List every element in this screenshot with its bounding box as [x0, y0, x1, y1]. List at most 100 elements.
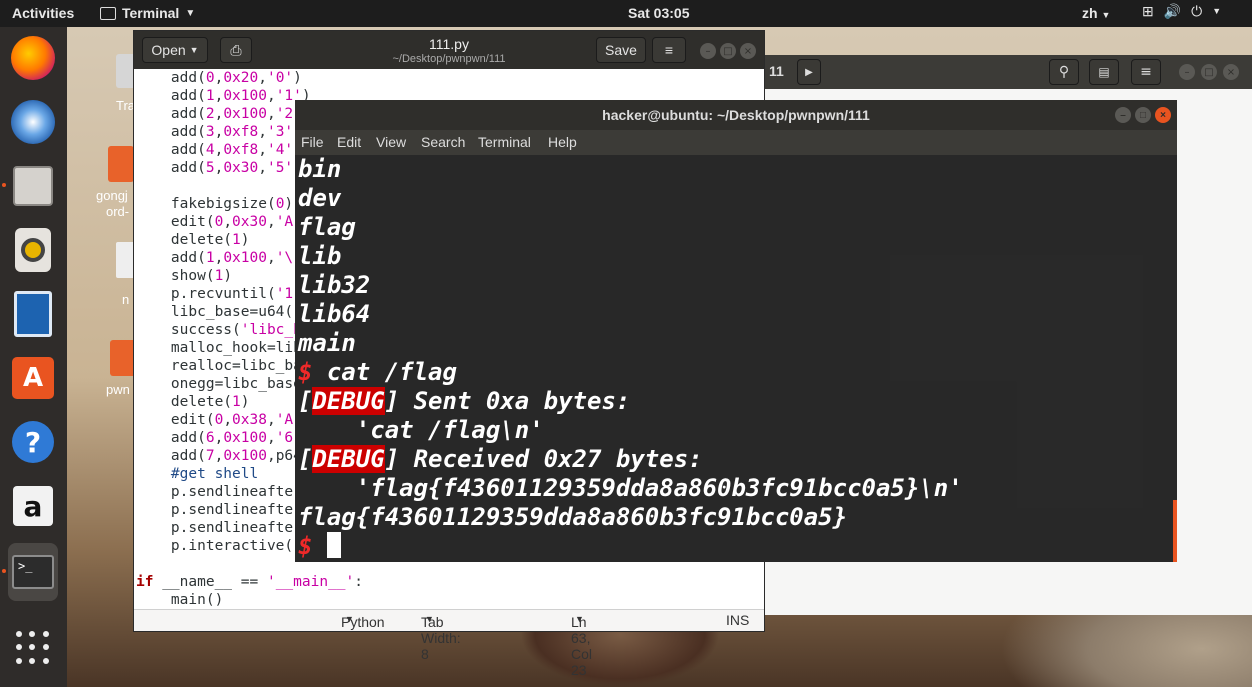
prompt-symbol: $ [298, 532, 313, 560]
output-line: lib [298, 242, 342, 270]
dock-software[interactable]: A [8, 353, 58, 403]
dock-amazon[interactable]: a [8, 481, 58, 531]
volume-icon: 🔊 [1163, 3, 1182, 19]
output-line: lib64 [298, 300, 371, 328]
output-line: bin [298, 155, 342, 183]
desktop-icon-label: n [122, 292, 130, 307]
dock-thunderbird[interactable] [8, 97, 58, 147]
top-bar: Activities Terminal ▼ Sat 03:05 zh ▼ ⊞ 🔊… [0, 0, 1252, 27]
dock-help[interactable]: ? [8, 417, 58, 467]
chevron-down-icon: ▼ [345, 614, 354, 624]
save-button[interactable]: Save [596, 37, 646, 63]
running-indicator [2, 183, 6, 187]
terminal-window[interactable]: hacker@ubuntu: ~/Desktop/pwnpwn/111 – □ … [295, 100, 1177, 562]
view-toggle-icon[interactable]: ▤ [1089, 59, 1119, 85]
editor-header-bar: Open ▼ ⎙ 111.py ~/Desktop/pwnpwn/111 Sav… [134, 31, 764, 69]
chevron-down-icon: ▼ [425, 614, 434, 624]
debug-sent-data: 'cat /flag\n' [298, 416, 544, 444]
maximize-icon[interactable]: □ [720, 43, 736, 59]
menu-search[interactable]: Search [421, 134, 465, 150]
editor-status-bar: Python ▼ Tab Width: 8 ▼ Ln 63, Col 23 ▼ … [134, 609, 764, 678]
dock-show-apps[interactable] [8, 623, 58, 673]
thunderbird-icon [11, 100, 55, 144]
maximize-icon[interactable]: □ [1135, 107, 1151, 123]
dock-files[interactable] [2, 161, 58, 211]
app-menu-label: Terminal [122, 5, 180, 21]
dock-rhythmbox[interactable] [8, 225, 58, 275]
debug-tag: DEBUG [312, 445, 385, 473]
minimize-icon[interactable]: – [700, 43, 716, 59]
terminal-icon [100, 6, 116, 20]
command-line: $ cat /flag [298, 358, 457, 387]
menu-icon[interactable]: ≡ [1131, 59, 1161, 85]
menu-button[interactable]: ≡ [652, 37, 686, 63]
close-icon[interactable]: × [1223, 64, 1239, 80]
show-apps-icon [16, 631, 50, 665]
power-icon: ⏻ [1191, 3, 1203, 19]
text-cursor [326, 532, 341, 558]
terminal-title: hacker@ubuntu: ~/Desktop/pwnpwn/111 [602, 107, 870, 123]
prompt-line[interactable]: $ [298, 532, 341, 561]
debug-recv-line: [DEBUG] Received 0x27 bytes: [298, 445, 703, 473]
network-icon: ⊞ [1142, 3, 1154, 19]
menu-icon: ≡ [664, 42, 674, 58]
desktop-icon-label: gongj [96, 188, 128, 203]
files-icon [13, 166, 53, 206]
menu-edit[interactable]: Edit [337, 134, 361, 150]
clock[interactable]: Sat 03:05 [628, 5, 689, 21]
menu-help[interactable]: Help [548, 134, 577, 150]
chevron-down-icon: ▼ [185, 7, 196, 19]
chevron-right-icon[interactable]: ▶ [797, 59, 821, 85]
dock-writer[interactable] [8, 289, 58, 339]
dock: A ? a >_ [0, 27, 67, 687]
search-icon[interactable]: ⚲ [1049, 59, 1079, 85]
output-line: lib32 [298, 271, 371, 299]
terminal-menu-bar: File Edit View Search Terminal Help [295, 130, 1177, 155]
menu-file[interactable]: File [301, 134, 324, 150]
close-icon[interactable]: × [1155, 107, 1171, 123]
flag-output: flag{f43601129359dda8a860b3fc91bcc0a5} [298, 503, 848, 531]
amazon-icon: a [13, 486, 53, 526]
dock-firefox[interactable] [8, 33, 58, 83]
software-center-icon: A [12, 357, 54, 399]
system-tray[interactable]: ⊞ 🔊 ⏻ ▼ [1142, 3, 1221, 20]
terminal-icon: >_ [12, 555, 54, 589]
chevron-down-icon: ▼ [1101, 10, 1111, 20]
output-line: dev [298, 184, 342, 212]
chevron-down-icon: ▼ [1212, 6, 1222, 16]
menu-terminal[interactable]: Terminal [478, 134, 531, 150]
terminal-output[interactable]: bin dev flag lib lib32 lib64 main $ cat … [295, 155, 1177, 562]
firefox-icon [11, 36, 55, 80]
minimize-icon[interactable]: – [1179, 64, 1195, 80]
dock-terminal[interactable]: >_ [2, 543, 58, 601]
output-line: main [298, 329, 356, 357]
debug-sent-line: [DEBUG] Sent 0xa bytes: [298, 387, 631, 415]
debug-sent-text: ] Sent 0xa bytes: [384, 387, 631, 415]
insert-mode: INS [726, 612, 750, 628]
debug-tag: DEBUG [312, 387, 385, 415]
desktop-icon-folder-pwn[interactable]: pwn [104, 336, 136, 406]
scrollbar[interactable] [1173, 500, 1177, 562]
desktop-icon-folder-gongj[interactable]: gongj ord- [96, 140, 136, 220]
path-crumb[interactable]: 11 [769, 63, 784, 79]
debug-recv-data: 'flag{f43601129359dda8a860b3fc91bcc0a5}\… [298, 474, 963, 502]
close-icon[interactable]: × [740, 43, 756, 59]
command-text: cat /flag [312, 358, 457, 386]
prompt-symbol: $ [298, 358, 313, 386]
file-manager-header: 11 ▶ ⚲ ▤ ≡ – □ × [765, 55, 1252, 89]
activities-button[interactable]: Activities [12, 5, 74, 21]
libreoffice-writer-icon [14, 291, 52, 337]
maximize-icon[interactable]: □ [1201, 64, 1217, 80]
debug-recv-text: ] Received 0x27 bytes: [384, 445, 703, 473]
running-indicator [2, 569, 6, 573]
output-line: flag [298, 213, 356, 241]
minimize-icon[interactable]: – [1115, 107, 1131, 123]
folder-icon [108, 146, 134, 182]
save-button-label: Save [605, 42, 637, 58]
app-menu[interactable]: Terminal ▼ [100, 5, 195, 21]
menu-view[interactable]: View [376, 134, 406, 150]
desktop-icon-label: pwn [106, 382, 130, 397]
input-method[interactable]: zh ▼ [1082, 5, 1110, 21]
terminal-title-bar: hacker@ubuntu: ~/Desktop/pwnpwn/111 – □ … [295, 100, 1177, 130]
help-icon: ? [12, 421, 54, 463]
